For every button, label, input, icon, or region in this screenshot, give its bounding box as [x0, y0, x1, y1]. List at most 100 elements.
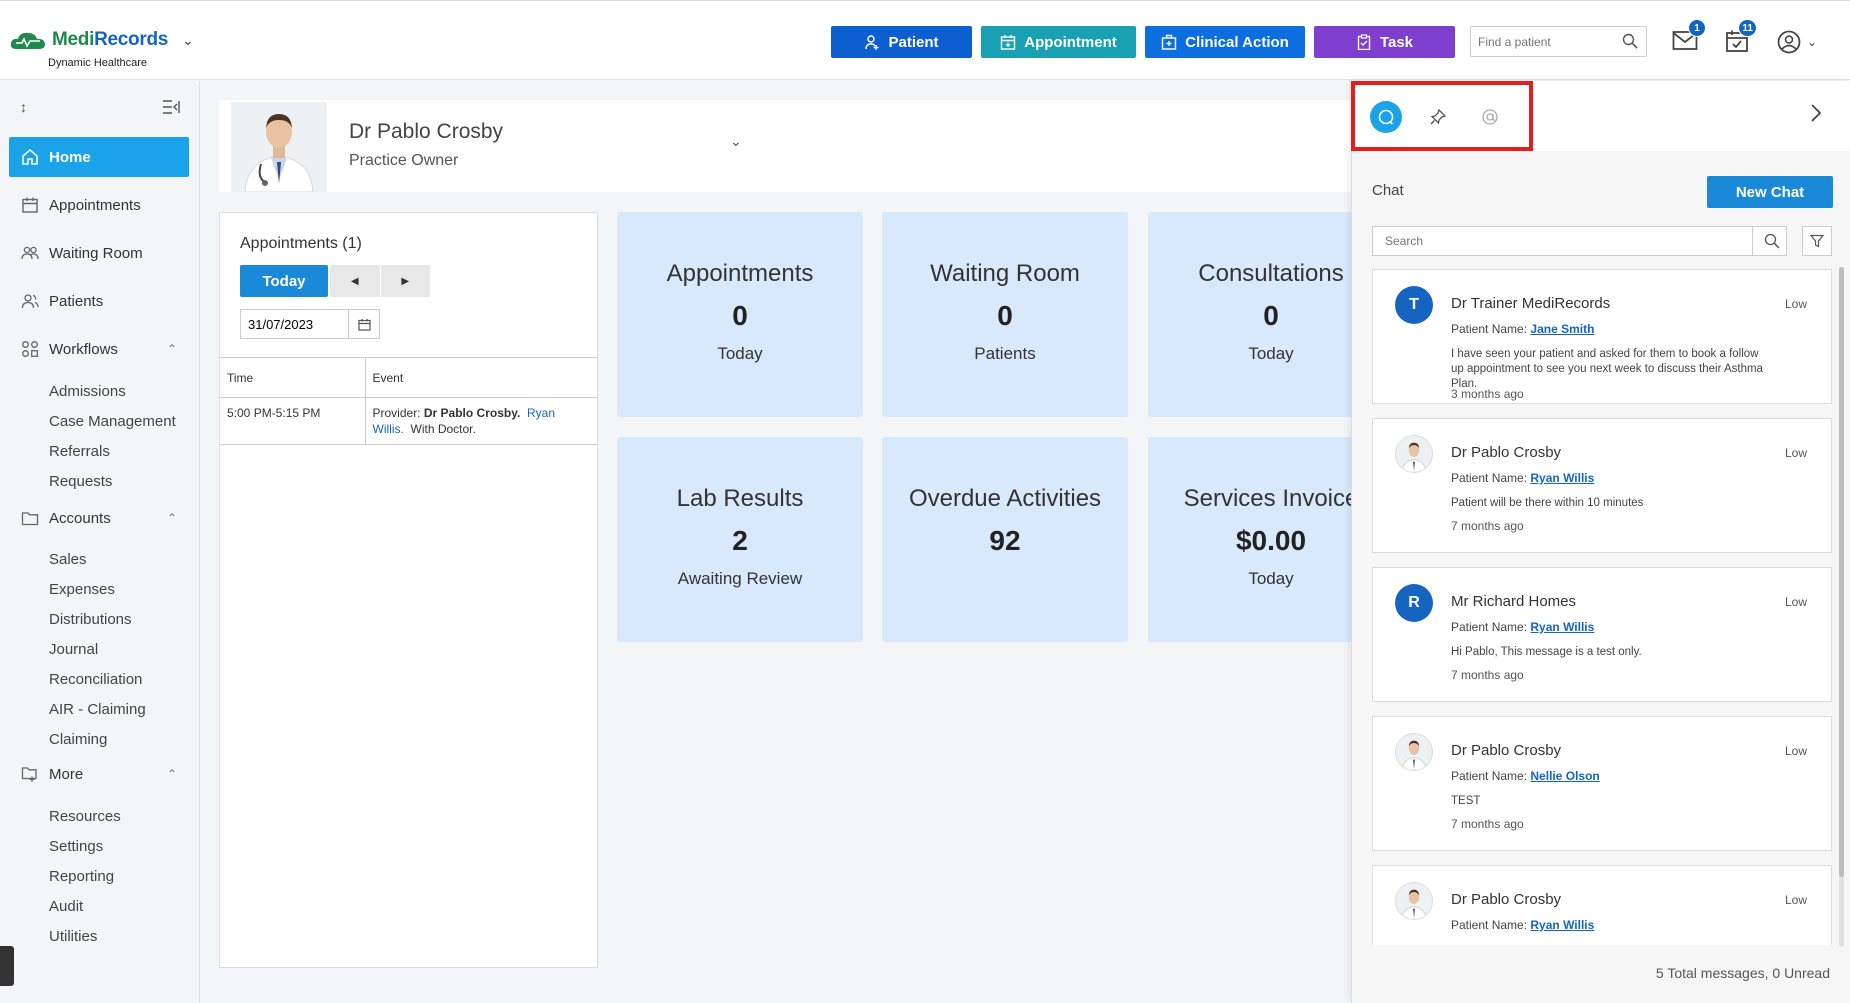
search-icon[interactable] [1764, 233, 1780, 249]
today-button[interactable]: Today [240, 265, 328, 297]
patient-name-label: Patient Name: [1451, 471, 1528, 485]
profile-name: Dr Pablo Crosby [349, 120, 504, 143]
message-priority: Low [1784, 893, 1807, 907]
message-sender: Dr Pablo Crosby [1451, 444, 1562, 461]
table-row[interactable]: 5:00 PM-5:15 PM Provider: Dr Pablo Crosb… [220, 397, 597, 445]
message-card[interactable]: Dr Pablo Crosby Low Patient Name: Ryan W… [1372, 865, 1832, 945]
card-value: 0 [732, 300, 748, 331]
message-card[interactable]: Dr Pablo Crosby Low Patient Name: Nellie… [1372, 716, 1832, 851]
chevron-right-icon[interactable] [1809, 102, 1823, 129]
date-input[interactable] [241, 310, 349, 338]
sidebar-subitem-air-claiming[interactable]: AIR - Claiming [49, 701, 146, 718]
previous-day-icon[interactable]: ◀ [330, 265, 381, 297]
sidebar-subitem-journal[interactable]: Journal [49, 641, 98, 658]
chevron-down-icon[interactable]: ⌄ [730, 133, 742, 150]
sidebar-subitem-audit[interactable]: Audit [49, 898, 83, 915]
chevron-up-icon[interactable]: ⌃ [167, 342, 177, 356]
sidebar-subitem-sales[interactable]: Sales [49, 551, 87, 568]
sidebar-subitem-requests[interactable]: Requests [49, 473, 112, 490]
user-menu[interactable]: ⌄ [1777, 30, 1817, 54]
filter-icon [1810, 234, 1824, 248]
find-patient-input[interactable] [1471, 27, 1611, 56]
avatar: T [1395, 286, 1433, 324]
message-time: 7 months ago [1451, 817, 1524, 831]
stat-card-overdue-activities[interactable]: Overdue Activities 92 [882, 437, 1128, 642]
user-circle-icon [1777, 30, 1801, 54]
sidebar-subitem-referrals[interactable]: Referrals [49, 443, 110, 460]
scrollbar-thumb[interactable] [1839, 267, 1844, 877]
chat-summary: 5 Total messages, 0 Unread [1655, 965, 1830, 981]
calendar-icon [22, 197, 38, 213]
sidebar-subitem-resources[interactable]: Resources [49, 808, 121, 825]
find-patient-search[interactable] [1470, 26, 1647, 57]
sidebar-subitem-reconciliation[interactable]: Reconciliation [49, 671, 142, 688]
card-subtitle: Today [717, 344, 763, 363]
patient-button[interactable]: Patient [831, 26, 972, 58]
sidebar-item-patients[interactable]: Patients [9, 281, 189, 321]
sidebar-subitem-claiming[interactable]: Claiming [49, 731, 107, 748]
message-time: 7 months ago [1451, 668, 1524, 682]
sidebar-subitem-utilities[interactable]: Utilities [49, 928, 97, 945]
message-list-scrollbar[interactable] [1839, 267, 1844, 947]
chevron-up-icon[interactable]: ⌃ [167, 511, 177, 525]
task-button[interactable]: Task [1314, 26, 1455, 58]
patient-link[interactable]: Nellie Olson [1530, 769, 1599, 783]
sidebar-subitem-distributions[interactable]: Distributions [49, 611, 132, 628]
clinical-action-button[interactable]: Clinical Action [1145, 26, 1305, 58]
sidebar-item-accounts[interactable]: Accounts ⌃ [9, 498, 189, 538]
chevron-down-icon[interactable]: ⌄ [182, 32, 194, 49]
sidebar-item-appointments[interactable]: Appointments [9, 185, 189, 225]
chevron-up-icon[interactable]: ⌃ [167, 767, 177, 781]
chat-search[interactable] [1372, 226, 1787, 256]
new-chat-button[interactable]: New Chat [1707, 176, 1833, 208]
clinical-action-button-label: Clinical Action [1185, 33, 1289, 51]
doctor-photo [231, 102, 327, 192]
calendar-icon[interactable] [349, 318, 379, 331]
sidebar-item-label: Workflows [49, 340, 118, 358]
search-icon[interactable] [1622, 33, 1638, 49]
message-text: Patient will be there within 10 minutes [1451, 497, 1644, 509]
appointment-button[interactable]: Appointment [981, 26, 1136, 58]
sidebar: ↕ Home Appointments Waiting Room Patient… [0, 81, 200, 1003]
users-icon [21, 294, 39, 309]
drawer-handle[interactable] [0, 946, 14, 986]
card-title: Appointments [666, 260, 814, 287]
sidebar-subitem-case-management[interactable]: Case Management [49, 413, 176, 430]
patient-link[interactable]: Ryan Willis [1530, 471, 1594, 485]
patient-link[interactable]: Jane Smith [1530, 322, 1594, 336]
next-day-icon[interactable]: ▶ [381, 265, 431, 297]
filter-button[interactable] [1802, 226, 1832, 256]
message-card[interactable]: Dr Pablo Crosby Low Patient Name: Ryan W… [1372, 418, 1832, 553]
patient-name-label: Patient Name: [1451, 620, 1528, 634]
date-picker[interactable] [240, 309, 380, 339]
message-card[interactable]: R Mr Richard Homes Low Patient Name: Rya… [1372, 567, 1832, 702]
card-value: 92 [989, 525, 1021, 556]
sidebar-item-label: Accounts [49, 509, 111, 527]
sidebar-subitem-expenses[interactable]: Expenses [49, 581, 115, 598]
message-time: 7 months ago [1451, 519, 1524, 533]
sidebar-item-workflows[interactable]: Workflows ⌃ [9, 329, 189, 369]
tasks-button[interactable]: 11 [1725, 19, 1757, 58]
sidebar-subitem-settings[interactable]: Settings [49, 838, 103, 855]
patient-link[interactable]: Ryan Willis [1530, 620, 1594, 634]
sidebar-item-home[interactable]: Home [9, 137, 189, 177]
collapse-sidebar-icon[interactable] [162, 99, 180, 115]
sidebar-subitem-admissions[interactable]: Admissions [49, 383, 126, 400]
app-logo[interactable]: MediRecords ⌄ [10, 29, 194, 51]
card-subtitle: Awaiting Review [677, 569, 803, 588]
message-card[interactable]: T Dr Trainer MediRecords Low Patient Nam… [1372, 269, 1832, 404]
stat-card-appointments[interactable]: Appointments 0 Today [617, 212, 863, 417]
sidebar-item-more[interactable]: More ⌃ [9, 754, 189, 794]
card-title: Overdue Activities [908, 485, 1102, 512]
patient-link[interactable]: Ryan Willis [1530, 918, 1594, 932]
messages-button[interactable]: 1 [1672, 19, 1706, 56]
appointments-panel-title: Appointments (1) [240, 235, 362, 252]
sidebar-subitem-reporting[interactable]: Reporting [49, 868, 114, 885]
profile-avatar [231, 102, 327, 192]
stat-card-waiting-room[interactable]: Waiting Room 0 Patients [882, 212, 1128, 417]
stat-card-lab-results[interactable]: Lab Results 2 Awaiting Review [617, 437, 863, 642]
chat-search-input[interactable] [1373, 227, 1753, 255]
sidebar-item-waiting-room[interactable]: Waiting Room [9, 233, 189, 273]
pin-sidebar-icon[interactable]: ↕ [20, 99, 27, 115]
appointments-panel: Appointments (1) Today ◀ ▶ Time Event 5:… [219, 212, 598, 968]
